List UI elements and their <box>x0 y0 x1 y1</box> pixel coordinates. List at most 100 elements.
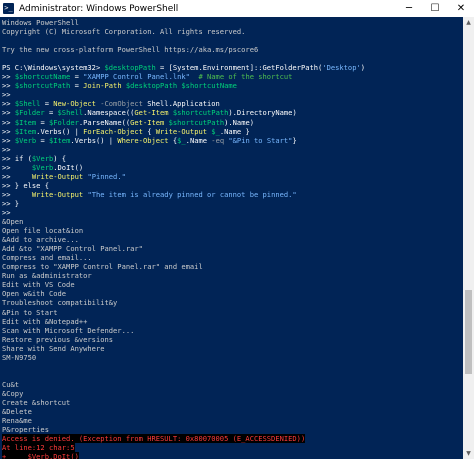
console-text: SM-N9750 <box>2 352 37 362</box>
console-text: = <box>36 117 49 127</box>
console-line: >> $Item.Verbs() | ForEach-Object { Writ… <box>2 127 463 136</box>
console-text: + $Verb.DoIt() <box>2 452 79 459</box>
console-line: Edit with &Notepad++ <box>2 317 463 326</box>
console-text: $_ <box>177 135 186 145</box>
console-text: { <box>40 180 49 190</box>
console-text: .Verbs() | <box>36 126 84 136</box>
console-text: Scan with Microsoft Defender... <box>2 325 135 335</box>
console-text: .Verbs() | <box>70 135 118 145</box>
minimize-button[interactable]: ─ <box>396 0 422 17</box>
powershell-icon: >_ <box>3 3 14 14</box>
console-line: >> <box>2 208 463 217</box>
maximize-button[interactable]: ☐ <box>422 0 448 17</box>
console-text: Open w&ith Code <box>2 289 67 299</box>
console-text: >> <box>2 162 32 172</box>
console-line: >> $Verb = $Item.Verbs() | Where-Object … <box>2 136 463 145</box>
console-text: Restore previous &versions <box>2 334 114 344</box>
console-text: $Shell <box>57 108 84 118</box>
console-line: P&roperties <box>2 425 463 434</box>
console-text: >> <box>2 90 11 100</box>
console-line: Open w&ith Code <box>2 289 463 298</box>
console-line: >> } <box>2 199 463 208</box>
scrollbar-thumb[interactable] <box>465 290 472 375</box>
console-text: = <box>36 135 49 145</box>
console-text: &Delete <box>2 407 32 417</box>
console-text: >> <box>2 81 15 91</box>
console-text: = <box>70 81 84 91</box>
console-text: Join-Path <box>83 81 122 91</box>
console-text: >> <box>2 171 32 181</box>
console-text: Get-Item <box>130 117 165 127</box>
console-text: >> <box>2 117 15 127</box>
console-text: Edit with VS Code <box>2 280 75 290</box>
console-line: >> $Shell = New-Object -ComObject Shell.… <box>2 99 463 108</box>
console-text: >> <box>2 144 11 154</box>
console-text: Compress and email... <box>2 253 92 263</box>
powershell-window: >_ Administrator: Windows PowerShell ─ ☐… <box>0 0 474 459</box>
console-text: .Namespace(( <box>83 108 135 118</box>
console-text: "&Pin to Start" <box>228 135 293 145</box>
console-line: >> Write-Output "The item is already pin… <box>2 190 463 199</box>
console-text: } <box>292 135 297 145</box>
console-text: >> <box>2 135 15 145</box>
console-line: >> $shortcutPath = Join-Path $desktopPat… <box>2 81 463 90</box>
console-text: $desktopPath <box>104 63 156 73</box>
console-line: Cu&t <box>2 380 463 389</box>
console-text: .Name <box>185 135 212 145</box>
console-line: &Pin to Start <box>2 308 463 317</box>
console-text: $shortcutPath <box>14 81 71 91</box>
console-line: Try the new cross-platform PowerShell ht… <box>2 45 463 54</box>
console-line: >> $Verb.DoIt() <box>2 163 463 172</box>
console-text: $shortcutPath <box>168 117 225 127</box>
console-text: &Add to archive... <box>2 235 79 245</box>
console-text: ) <box>360 63 366 73</box>
console-line: &Open <box>2 217 463 226</box>
window-title: Administrator: Windows PowerShell <box>19 3 179 14</box>
console-text: "XAMPP Control Panel.lnk" <box>83 72 190 82</box>
console-text: $Item <box>14 117 37 127</box>
title-bar[interactable]: >_ Administrator: Windows PowerShell ─ ☐… <box>0 0 474 17</box>
console-text: else <box>23 180 41 190</box>
console-text: Add &to "XAMPP Control Panel.rar" <box>2 244 143 254</box>
console-line: >> $Item = $Folder.ParseName((Get-Item $… <box>2 118 463 127</box>
console-line: Troubleshoot compatibilit&y <box>2 298 463 307</box>
console-text: = <box>44 108 58 118</box>
console-line: + $Verb.DoIt() <box>2 452 79 459</box>
console-text: >> <box>2 207 11 217</box>
console-text: >> <box>2 108 15 118</box>
console-text: .ParseName(( <box>78 117 131 127</box>
vertical-scrollbar[interactable]: ▲ ▼ <box>463 17 474 459</box>
console-text: $Shell <box>14 99 41 109</box>
console-text: $Folder <box>14 108 45 118</box>
console-text: ).DirectoryName) <box>228 108 297 118</box>
console-text: Access is denied. (Exception from HRESUL… <box>2 434 306 444</box>
console-text: New-Object <box>53 99 96 109</box>
console-text: Shell.Application <box>142 99 220 109</box>
console-text: Write-Output <box>31 189 84 199</box>
console-line: Open file locat&ion <box>2 226 463 235</box>
console-line: At line:12 char:5 <box>2 443 75 453</box>
console-text: $Verb <box>31 153 54 163</box>
console-text: $Folder <box>48 117 79 127</box>
scroll-down-arrow-icon[interactable]: ▼ <box>463 448 474 459</box>
console-text: Open file locat&ion <box>2 226 84 236</box>
console-line: PS C:\Windows\system32> $desktopPath = [… <box>2 63 463 72</box>
console-line: Run as &administrator <box>2 271 463 280</box>
console-output[interactable]: Windows PowerShell Copyright (C) Microsof… <box>0 17 463 459</box>
close-button[interactable]: ✕ <box>448 0 474 17</box>
console-text: Create &shortcut <box>2 397 71 407</box>
console-line: >> $shortcutName = "XAMPP Control Panel.… <box>2 72 463 81</box>
console-line: Edit with VS Code <box>2 280 463 289</box>
console-text: Get-Item <box>134 108 169 118</box>
scroll-up-arrow-icon[interactable]: ▲ <box>463 17 474 28</box>
console-line: >> Write-Output "Pinned." <box>2 172 463 181</box>
console-text: P&roperties <box>2 425 49 435</box>
console-text: $shortcutPath <box>172 108 229 118</box>
console-line: >> } else { <box>2 181 463 190</box>
console-text: = <box>70 72 84 82</box>
console-line: &Copy <box>2 389 463 398</box>
console-line: >> <box>2 90 463 99</box>
console-text: -ComObject <box>95 99 143 109</box>
console-text: Troubleshoot compatibilit&y <box>2 298 118 308</box>
